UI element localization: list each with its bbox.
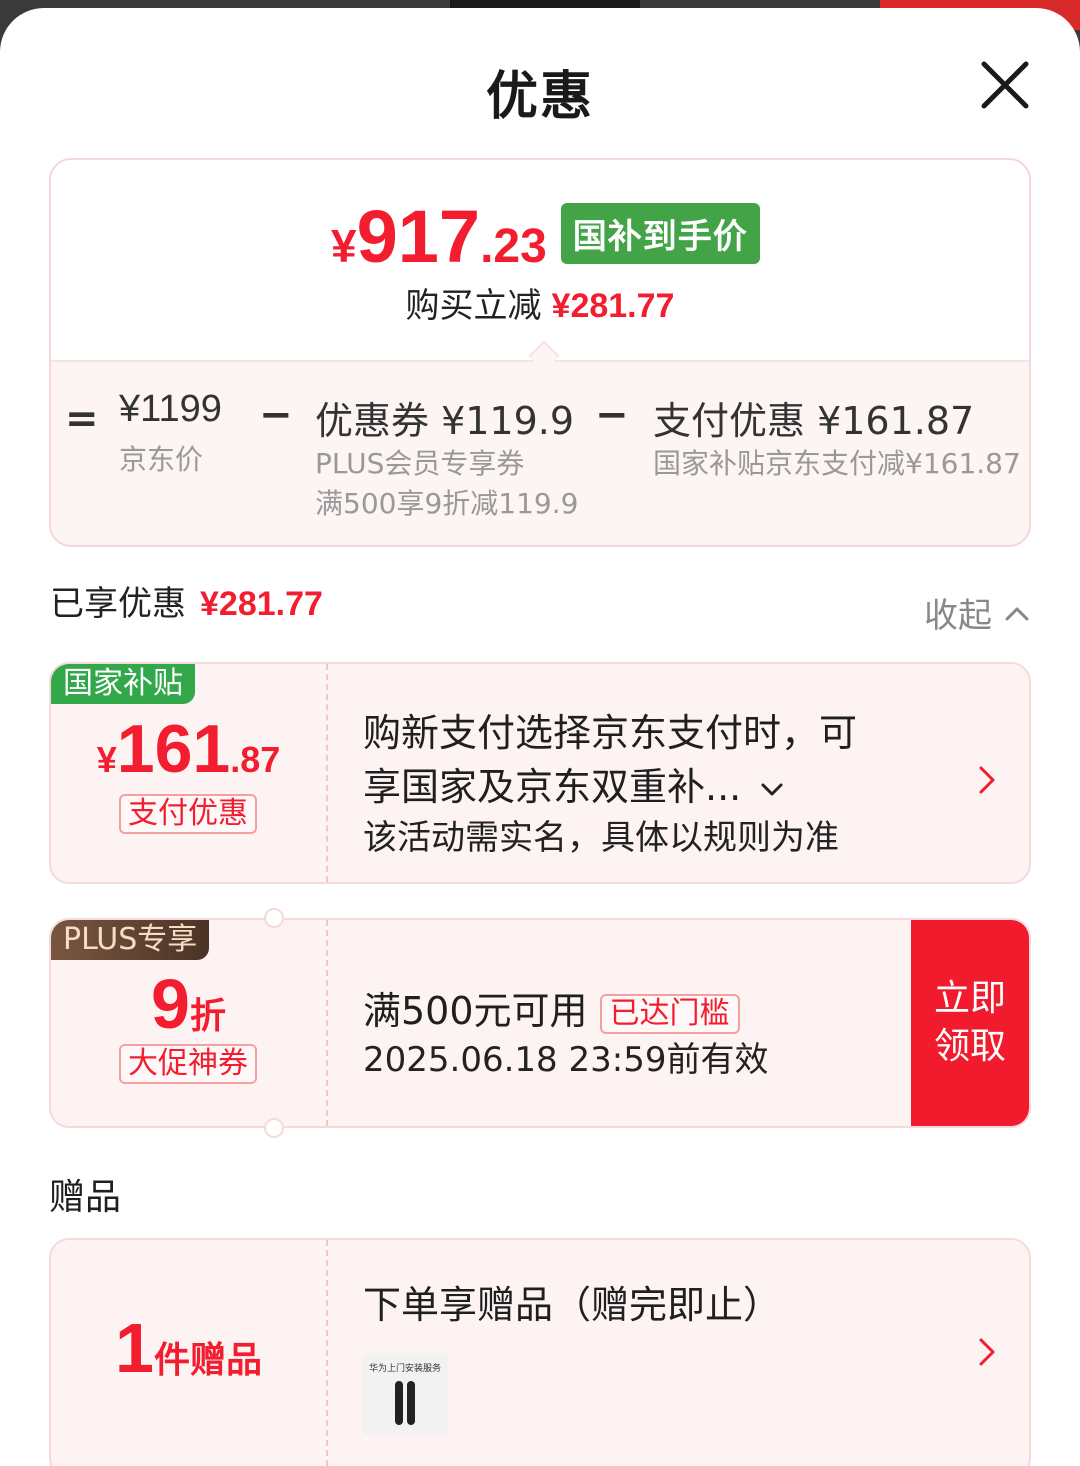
ticket-punch-top bbox=[264, 908, 284, 928]
enjoyed-label: 已享优惠 bbox=[50, 584, 186, 624]
subsidy-description-line1: 购新支付选择京东支付时，可 bbox=[363, 711, 858, 755]
promo-coupon-tag: 大促神券 bbox=[119, 1044, 257, 1084]
close-icon bbox=[981, 61, 1029, 109]
collapse-label: 收起 bbox=[924, 596, 992, 636]
reduce-amount: ¥281.77 bbox=[551, 287, 675, 325]
coupon-discount-rule: 满500享9折减119.9 bbox=[315, 487, 579, 520]
minus-sign-1: − bbox=[259, 392, 293, 438]
coupon-validity: 2025.06.18 23:59前有效 bbox=[363, 1040, 769, 1080]
coupon-discount: 优惠券 ¥119.9 bbox=[315, 399, 575, 443]
subsidy-realname-note: 该活动需实名，具体以规则为准 bbox=[363, 818, 839, 858]
close-button[interactable] bbox=[976, 56, 1034, 114]
gift-card[interactable]: 1件赠品 下单享赠品（赠完即止） bbox=[49, 1238, 1031, 1466]
reduce-row: 购买立减 ¥281.77 bbox=[51, 278, 1029, 327]
gift-count: 1件赠品 bbox=[115, 1309, 262, 1387]
sheet-title: 优惠 bbox=[485, 67, 594, 127]
chevron-right-icon[interactable] bbox=[975, 760, 999, 800]
discount-bottom-sheet: 优惠 ¥917.23 国补到手价 购买立减 ¥281.77 = ¥1199 京东价… bbox=[0, 8, 1080, 1466]
gift-section-title: 赠品 bbox=[49, 1177, 122, 1218]
final-price-row: ¥917.23 国补到手价 bbox=[331, 194, 760, 274]
chevron-right-icon[interactable] bbox=[975, 1332, 999, 1372]
base-price-label: 京东价 bbox=[119, 443, 204, 476]
ticket-punch-bottom bbox=[264, 1118, 284, 1138]
discount-rate: 9折 bbox=[151, 965, 226, 1043]
payment-discount-tag: 支付优惠 bbox=[119, 794, 257, 834]
reduce-label: 购买立减 bbox=[405, 286, 542, 326]
coupon-condition: 满500元可用 已达门槛 bbox=[363, 980, 740, 1035]
final-price: ¥917.23 bbox=[331, 195, 547, 278]
card-divider bbox=[326, 1240, 328, 1466]
payment-discount: 支付优惠 ¥161.87 bbox=[653, 399, 975, 443]
base-price: ¥1199 bbox=[119, 388, 222, 430]
threshold-reached-tag: 已达门槛 bbox=[599, 993, 740, 1034]
subsidy-description-line2[interactable]: 享国家及京东双重补... bbox=[363, 756, 785, 811]
subsidy-amount: ¥161.87 bbox=[96, 711, 281, 787]
gift-title: 下单享赠品（赠完即止） bbox=[363, 1283, 782, 1327]
gift-thumbnail[interactable]: 华为上门安装服务 bbox=[362, 1353, 448, 1435]
card-divider bbox=[326, 664, 328, 882]
enjoyed-amount: ¥281.77 bbox=[200, 585, 323, 623]
coupon-discount-type: PLUS会员专享券 bbox=[315, 447, 525, 480]
price-summary-card: ¥917.23 国补到手价 购买立减 ¥281.77 = ¥1199 京东价 − … bbox=[49, 158, 1031, 547]
equals-sign: = bbox=[65, 396, 99, 442]
chevron-up-icon bbox=[1005, 607, 1029, 620]
plus-exclusive-tag: PLUS专享 bbox=[51, 920, 210, 960]
chevron-down-icon bbox=[761, 783, 783, 795]
collapse-button[interactable]: 收起 bbox=[924, 588, 1030, 637]
national-subsidy-card[interactable]: 国家补贴 ¥161.87 支付优惠 购新支付选择京东支付时，可 享国家及京东双重… bbox=[49, 662, 1031, 884]
plus-coupon-card: PLUS专享 9折 大促神券 满500元可用 已达门槛 2025.06.18 23… bbox=[49, 918, 1031, 1128]
enjoyed-discount: 已享优惠 ¥281.77 bbox=[50, 576, 323, 625]
subsidy-price-badge: 国补到手价 bbox=[560, 203, 760, 264]
card-divider bbox=[326, 920, 328, 1126]
claim-coupon-button[interactable]: 立即 领取 bbox=[911, 920, 1029, 1126]
payment-discount-detail: 国家补贴京东支付减¥161.87 bbox=[653, 447, 1021, 480]
national-subsidy-tag: 国家补贴 bbox=[51, 664, 195, 704]
minus-sign-2: − bbox=[595, 392, 629, 438]
